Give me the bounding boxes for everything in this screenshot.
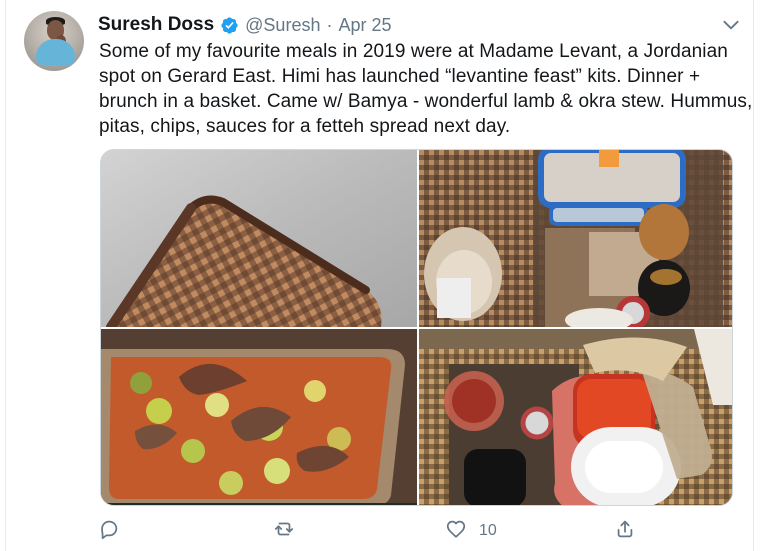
reply-button[interactable] — [98, 518, 120, 544]
okra-stew-photo[interactable] — [101, 329, 417, 505]
reply-icon — [98, 518, 120, 545]
tweet-screenshot: Suresh Doss @Suresh · Apr 25 Some of my … — [0, 0, 764, 551]
basket-contents-photo[interactable] — [419, 150, 732, 327]
tweet-text-line: Some of my favourite meals in 2019 were … — [99, 41, 728, 62]
like-button[interactable]: 10 — [445, 518, 497, 544]
retweet-button[interactable] — [273, 518, 295, 544]
tweet-date[interactable]: Apr 25 — [338, 15, 391, 36]
tweet-card[interactable]: Suresh Doss @Suresh · Apr 25 Some of my … — [6, 0, 753, 551]
header-separator: · — [326, 14, 333, 35]
jar-and-basket-photo[interactable] — [419, 329, 732, 505]
chevron-down-icon[interactable] — [721, 15, 741, 35]
author-name[interactable]: Suresh Doss — [98, 14, 214, 36]
right-divider — [753, 0, 754, 551]
retweet-icon — [273, 518, 295, 545]
tweet-text-line: spot on Gerard East. Himi has launched “… — [99, 66, 701, 87]
tweet-text-line: pitas, chips, sauces for a fetteh spread… — [99, 116, 511, 137]
like-count: 10 — [479, 522, 497, 539]
tweet-media-grid[interactable] — [100, 149, 733, 506]
basket-on-table-photo[interactable] — [101, 150, 417, 327]
avatar-shirt — [36, 39, 75, 65]
tweet-header: Suresh Doss @Suresh · Apr 25 — [98, 12, 392, 38]
tweet-text: Some of my favourite meals in 2019 were … — [99, 39, 753, 139]
share-icon — [614, 518, 636, 545]
verified-badge-icon — [220, 16, 239, 35]
tweet-text-line: brunch in a basket. Came w/ Bamya - wond… — [99, 91, 753, 112]
avatar[interactable] — [24, 11, 84, 71]
heart-icon — [445, 518, 467, 545]
share-button[interactable] — [614, 518, 636, 544]
author-handle[interactable]: @Suresh — [245, 15, 320, 36]
tweet-actions: 10 — [98, 518, 658, 544]
